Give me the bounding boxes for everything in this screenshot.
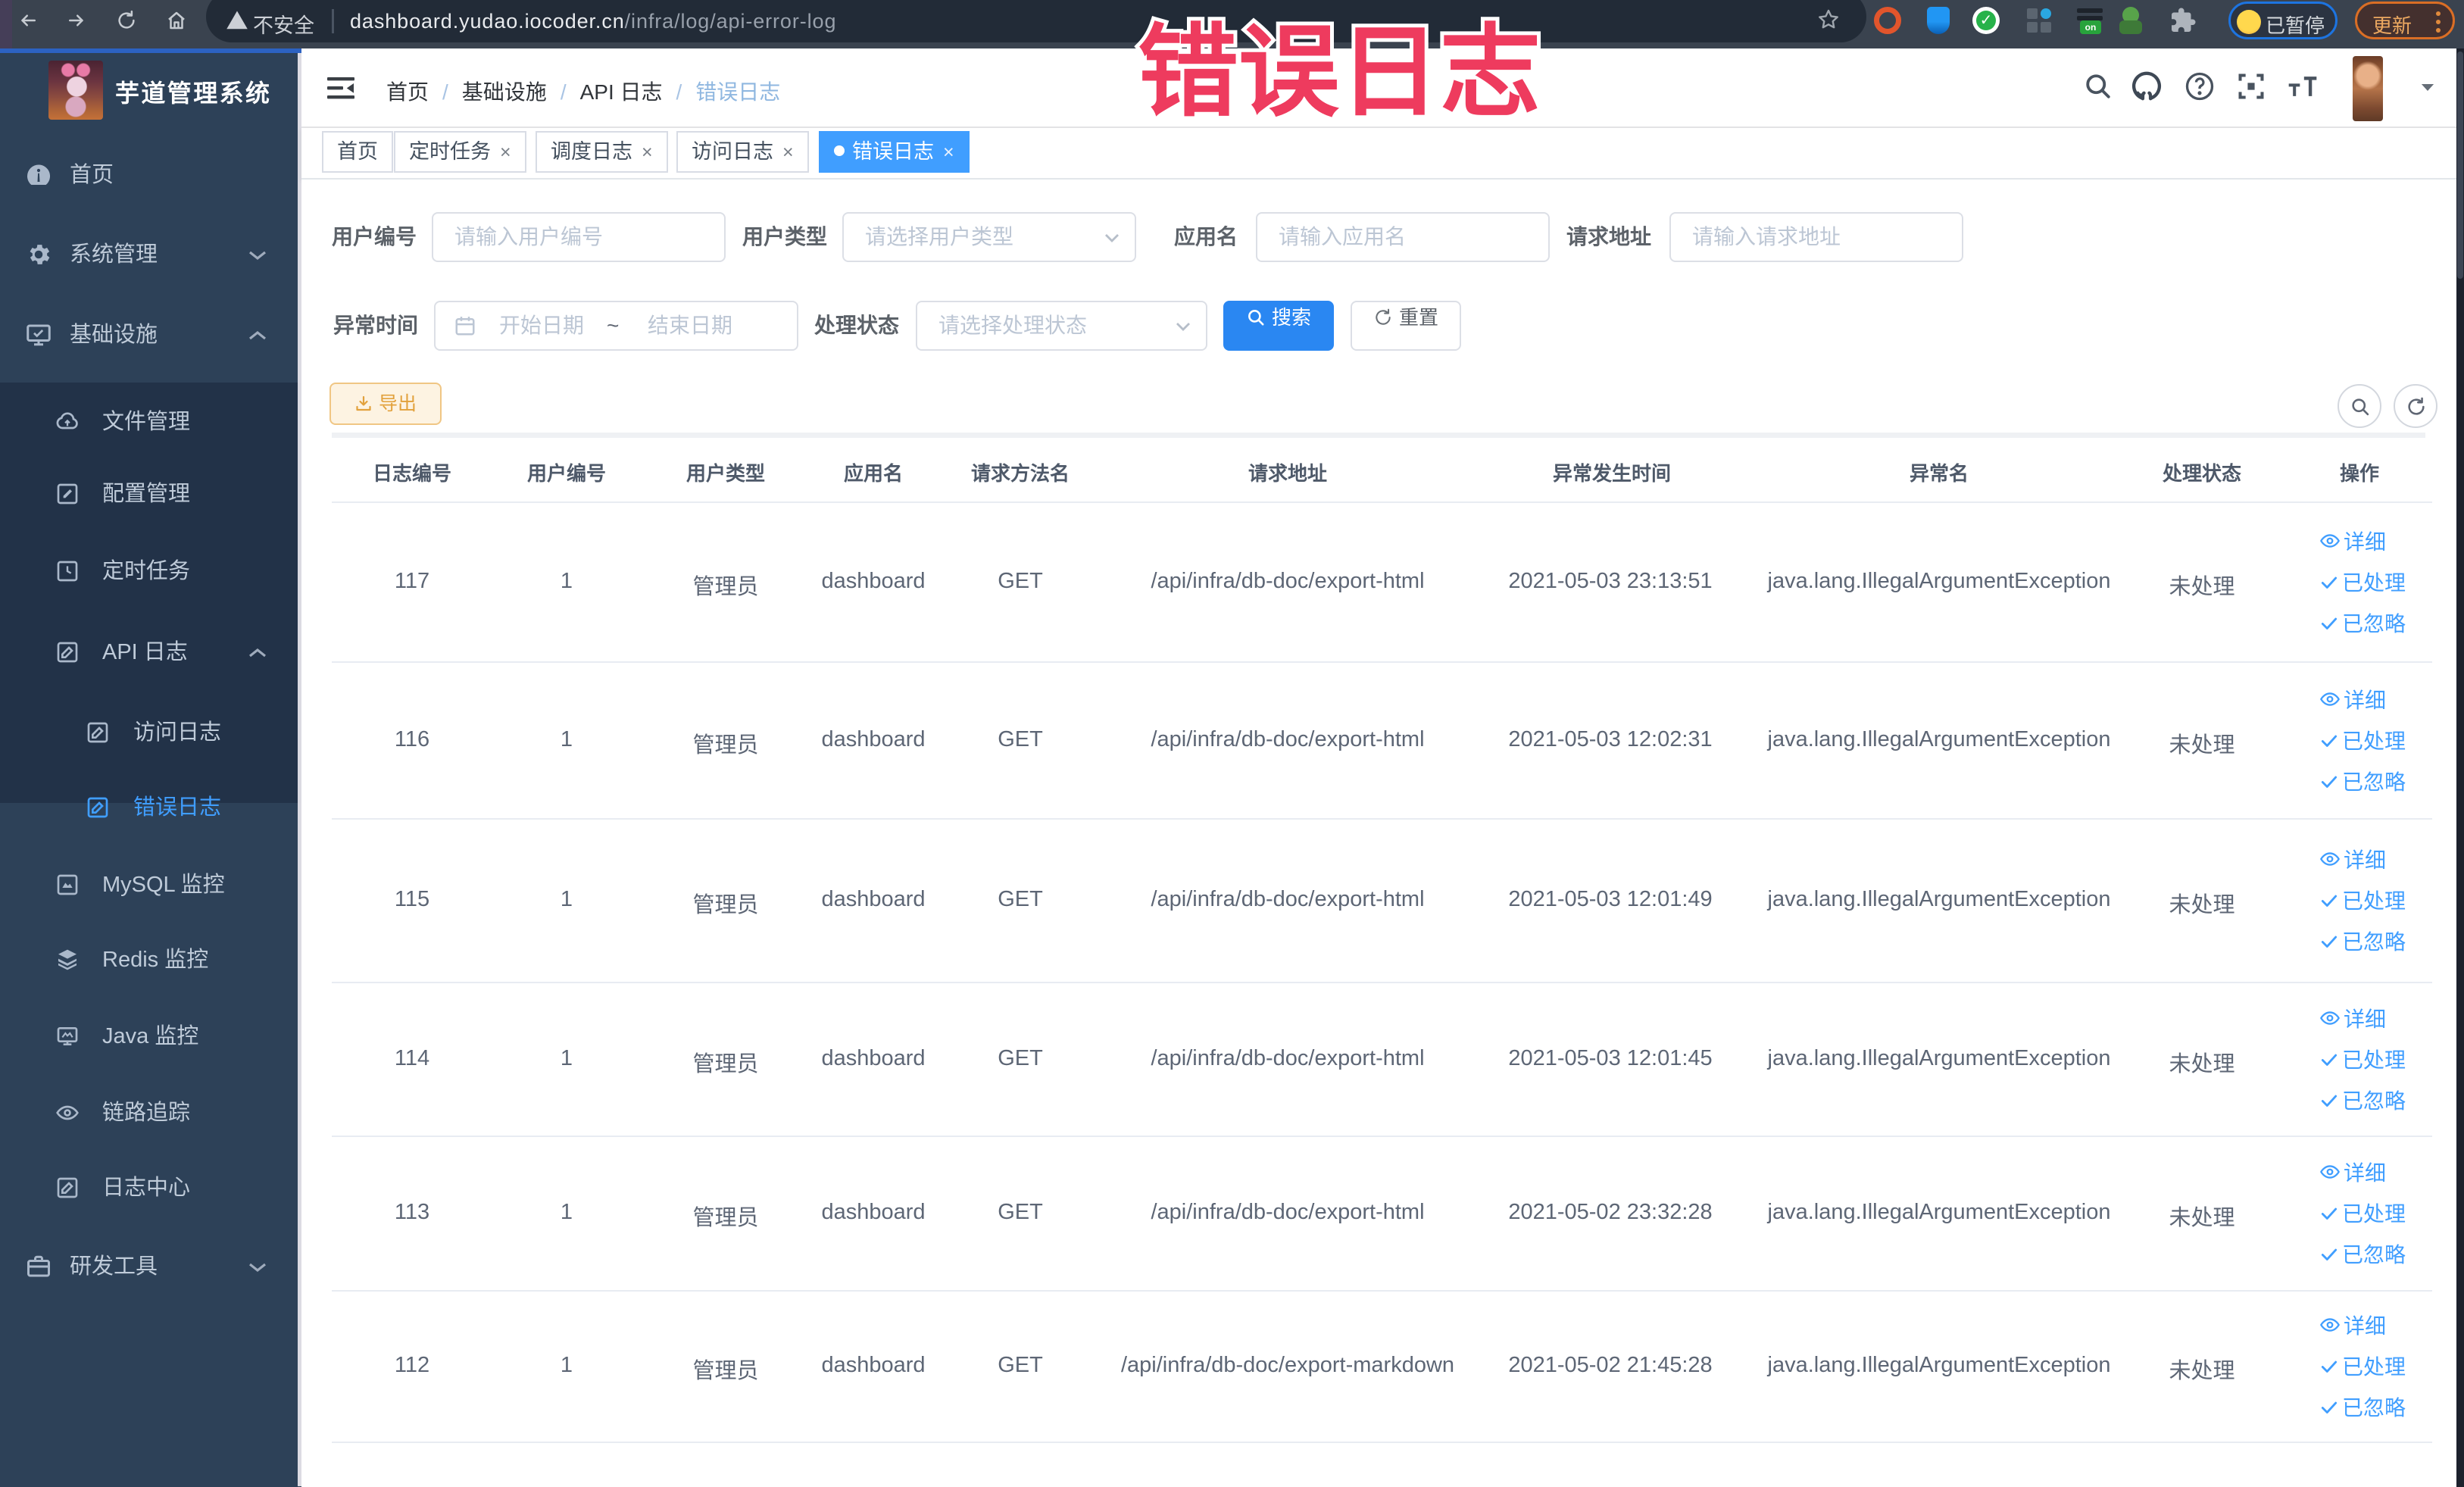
svg-text:错误日志: 错误日志 xyxy=(1138,17,1541,129)
